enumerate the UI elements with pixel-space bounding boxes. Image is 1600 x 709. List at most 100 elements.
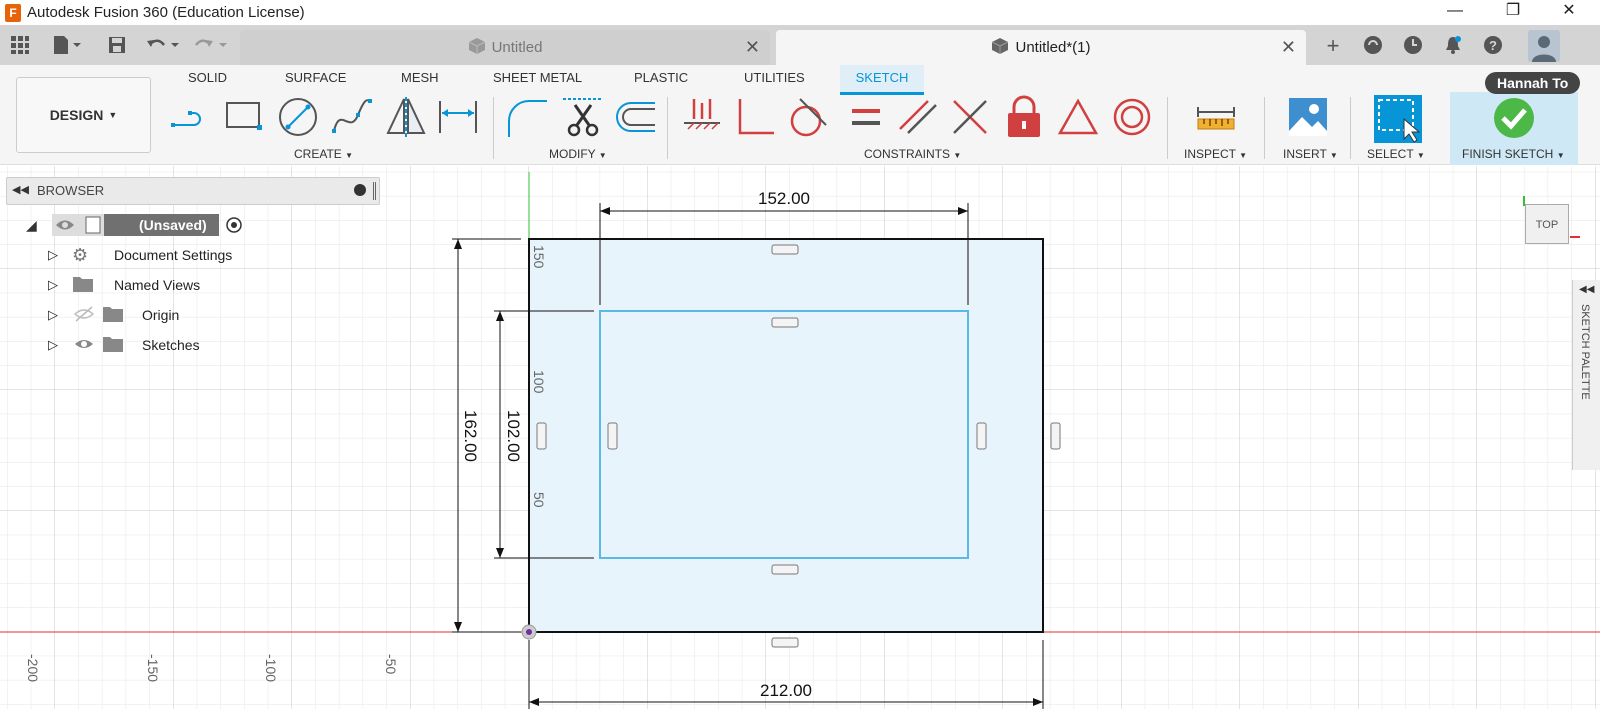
offset-tool-icon[interactable] (613, 95, 657, 139)
tab-utilities[interactable]: UTILITIES (744, 70, 805, 85)
new-tab-plus-icon[interactable]: + (1322, 35, 1344, 57)
dimension-top-width-value[interactable]: 152.00 (758, 189, 810, 208)
job-status-clock-icon[interactable] (1402, 35, 1424, 57)
vertical-constraint-icon[interactable] (976, 422, 987, 450)
browser-node-document-settings[interactable]: ▷ ⚙ Document Settings (48, 243, 232, 267)
window-select-icon[interactable] (1374, 95, 1422, 143)
restore-button[interactable]: ❐ (1490, 0, 1536, 25)
symmetry-constraint-icon[interactable] (1056, 95, 1100, 139)
horizontal-constraint-icon[interactable] (771, 317, 799, 328)
browser-node-origin[interactable]: ▷ Origin (48, 303, 179, 327)
sketch-dimension-tool-icon[interactable] (436, 95, 480, 139)
tangent-constraint-icon[interactable] (786, 95, 830, 139)
expand-triangle-icon[interactable]: ▷ (48, 247, 72, 263)
dropdown-caret-icon: ▼ (1556, 151, 1565, 160)
tab-surface[interactable]: SURFACE (285, 70, 346, 85)
collapse-triangle-icon[interactable]: ◢ (26, 217, 48, 234)
fillet-tool-icon[interactable] (505, 95, 549, 139)
expand-triangle-icon[interactable]: ▷ (48, 337, 72, 353)
browser-panel-header[interactable]: ◀◀ BROWSER (6, 177, 380, 205)
group-create[interactable]: CREATE ▼ (294, 147, 353, 161)
fix-lock-icon[interactable] (1002, 95, 1046, 139)
undo-icon[interactable] (146, 35, 179, 57)
sketch-palette-collapsed[interactable]: ◀◀ SKETCH PALETTE (1572, 280, 1600, 470)
browser-root-node[interactable]: ◢ (Unsaved) (26, 213, 245, 237)
viewcube[interactable]: TOP (1520, 190, 1580, 250)
close-tab-icon[interactable]: ✕ (1281, 37, 1296, 58)
vertical-constraint-icon[interactable] (536, 422, 547, 450)
rectangle-tool-icon[interactable] (222, 95, 266, 139)
group-finish-sketch[interactable]: FINISH SKETCH ▼ (1462, 147, 1565, 161)
horizontal-vertical-constraint-icon[interactable] (680, 95, 724, 139)
close-window-button[interactable]: ✕ (1546, 0, 1592, 25)
concentric-constraint-icon[interactable] (1110, 95, 1154, 139)
horizontal-constraint-icon[interactable] (771, 244, 799, 255)
spline-tool-icon[interactable] (330, 95, 374, 139)
group-modify[interactable]: MODIFY ▼ (549, 147, 607, 161)
perpendicular-constraint-icon[interactable] (734, 95, 778, 139)
file-menu-icon[interactable] (52, 35, 81, 57)
browser-grip-icon[interactable] (373, 182, 376, 200)
coincident-constraint-icon[interactable] (948, 95, 992, 139)
vertical-constraint-icon[interactable] (1050, 422, 1061, 450)
group-inspect[interactable]: INSPECT ▼ (1184, 147, 1247, 161)
root-component-label[interactable]: (Unsaved) (104, 214, 219, 236)
component-box-icon (78, 214, 106, 236)
svg-text:?: ? (1489, 38, 1497, 53)
extensions-icon[interactable] (1362, 35, 1384, 57)
user-avatar-icon[interactable] (1528, 30, 1560, 62)
circle-tool-icon[interactable] (276, 95, 320, 139)
sketch-canvas[interactable]: 152.00 212.00 162.00 102.00 -200 -150 -1… (0, 166, 1600, 709)
expand-palette-icon[interactable]: ◀◀ (1579, 284, 1594, 295)
browser-minimize-icon[interactable] (354, 184, 366, 196)
horizontal-constraint-icon[interactable] (771, 564, 799, 575)
minimize-button[interactable]: — (1432, 0, 1478, 25)
parallel-constraint-icon[interactable] (896, 95, 940, 139)
browser-node-sketches[interactable]: ▷ Sketches (48, 333, 200, 357)
box-icon (468, 37, 486, 59)
data-panel-grid-icon[interactable] (9, 35, 31, 57)
visibility-eye-icon[interactable] (72, 335, 102, 356)
dimension-outer-height-value[interactable]: 162.00 (461, 410, 480, 462)
vertical-constraint-icon[interactable] (607, 422, 618, 450)
tab-sheet-metal[interactable]: SHEET METAL (493, 70, 582, 85)
insert-image-icon[interactable] (1286, 95, 1330, 139)
dimension-inner-height-value[interactable]: 102.00 (504, 410, 523, 462)
expand-triangle-icon[interactable]: ▷ (48, 277, 72, 293)
tab-mesh[interactable]: MESH (401, 70, 439, 85)
finish-sketch-check-icon[interactable] (1493, 97, 1535, 144)
window-title: Autodesk Fusion 360 (Education License) (27, 4, 305, 21)
group-insert[interactable]: INSERT ▼ (1283, 147, 1338, 161)
equal-constraint-icon[interactable] (844, 95, 888, 139)
ribbon-divider (1350, 97, 1351, 159)
collapse-browser-icon[interactable]: ◀◀ (12, 183, 29, 196)
notifications-bell-icon[interactable] (1442, 35, 1464, 57)
workspace-switcher-button[interactable]: DESIGN ▼ (16, 77, 151, 153)
measure-ruler-icon[interactable] (1194, 95, 1238, 139)
tab-solid[interactable]: SOLID (188, 70, 227, 85)
tab-sketch-active[interactable]: SKETCH (840, 65, 924, 95)
group-select[interactable]: SELECT ▼ (1367, 147, 1425, 161)
expand-triangle-icon[interactable]: ▷ (48, 307, 72, 323)
hidden-eye-icon[interactable] (72, 305, 102, 326)
horizontal-constraint-icon[interactable] (771, 637, 799, 648)
viewcube-top-face[interactable]: TOP (1525, 204, 1569, 244)
viewcube-x-axis (1570, 236, 1580, 238)
save-icon[interactable] (106, 35, 128, 57)
mirror-tool-icon[interactable] (384, 95, 428, 139)
group-constraints[interactable]: CONSTRAINTS ▼ (864, 147, 961, 161)
dimension-bottom-width-value[interactable]: 212.00 (760, 681, 812, 700)
browser-node-label: Sketches (142, 337, 200, 353)
line-tool-icon[interactable] (168, 95, 212, 139)
tab-untitled[interactable]: Untitled ✕ (240, 30, 770, 65)
redo-icon[interactable] (194, 35, 227, 57)
tab-plastic[interactable]: PLASTIC (634, 70, 688, 85)
visibility-eye-icon[interactable] (52, 214, 78, 236)
trim-scissors-icon[interactable] (561, 95, 605, 139)
help-icon[interactable]: ? (1482, 35, 1504, 57)
close-tab-icon[interactable]: ✕ (745, 37, 760, 58)
box-icon (991, 37, 1009, 59)
browser-node-named-views[interactable]: ▷ Named Views (48, 273, 200, 297)
tab-untitled-1[interactable]: Untitled*(1) ✕ (776, 30, 1306, 65)
activate-radio-icon[interactable] (223, 214, 245, 236)
